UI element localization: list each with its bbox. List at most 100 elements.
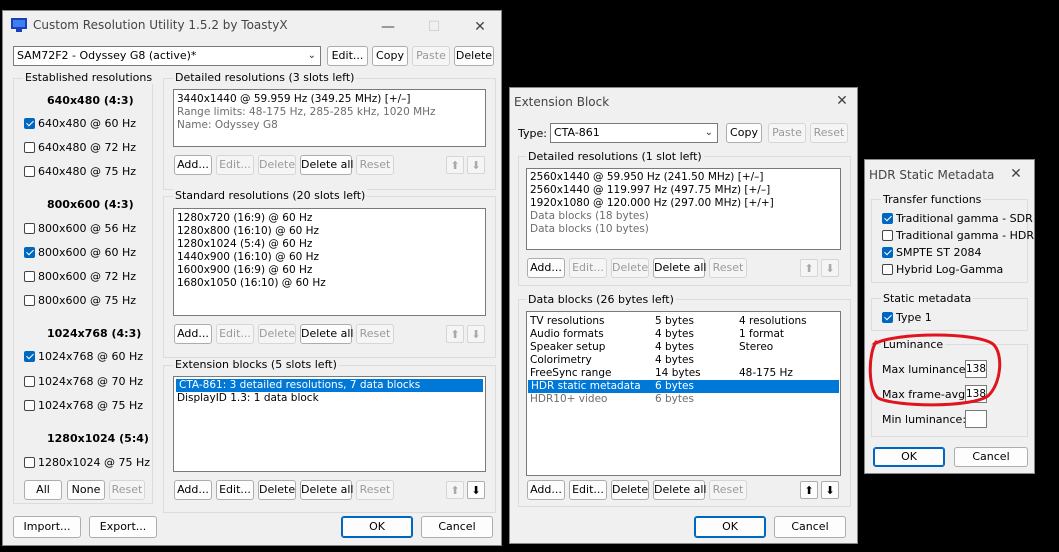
table-row[interactable]: Audio formats 4 bytes 1 format [527, 328, 840, 341]
list-item[interactable]: 3440x1440 @ 59.959 Hz (349.25 MHz) [+/–] [174, 93, 485, 106]
list-item[interactable]: 1680x1050 (16:10) @ 60 Hz [174, 277, 485, 290]
ok-button[interactable]: OK [694, 516, 766, 538]
delete-all-button[interactable]: Delete all [300, 155, 354, 175]
list-item[interactable]: 1440x900 (16:10) @ 60 Hz [174, 251, 485, 264]
checkbox-1280x1024-75[interactable]: 1280x1024 @ 75 Hz [24, 456, 150, 470]
edit-button[interactable]: Edit... [569, 480, 607, 500]
table-row[interactable]: HDR static metadata 6 bytes [528, 380, 839, 393]
table-row[interactable]: FreeSync range 14 bytes 48-175 Hz [527, 367, 840, 380]
checkbox-800x600-60[interactable]: 800x600 @ 60 Hz [24, 246, 136, 260]
list-item[interactable]: 1920x1080 @ 120.000 Hz (297.00 MHz) [+/+… [527, 197, 840, 210]
standard-list[interactable]: 1280x720 (16:9) @ 60 Hz 1280x800 (16:10)… [173, 208, 486, 316]
list-item[interactable]: 1280x800 (16:10) @ 60 Hz [174, 225, 485, 238]
checkbox-640x480-60[interactable]: 640x480 @ 60 Hz [24, 117, 136, 131]
none-button[interactable]: None [67, 480, 105, 500]
detailed-list[interactable]: 2560x1440 @ 59.950 Hz (241.50 MHz) [+/–]… [526, 168, 841, 250]
reset-button[interactable]: Reset [356, 324, 394, 344]
reset-button[interactable]: Reset [709, 258, 747, 278]
monitor-select[interactable]: SAM72F2 - Odyssey G8 (active)* ⌄ [13, 46, 321, 66]
list-item[interactable]: DisplayID 1.3: 1 data block [174, 392, 485, 405]
move-down-icon[interactable]: ⬇ [467, 156, 485, 174]
move-up-icon[interactable]: ⬆ [446, 481, 464, 499]
add-button[interactable]: Add... [174, 155, 212, 175]
reset-button[interactable]: Reset [810, 123, 848, 143]
checkbox-1024x768-75[interactable]: 1024x768 @ 75 Hz [24, 399, 143, 413]
delete-button[interactable]: Delete [611, 480, 649, 500]
add-button[interactable]: Add... [527, 258, 565, 278]
list-item[interactable]: 1600x900 (16:9) @ 60 Hz [174, 264, 485, 277]
checkbox-640x480-72[interactable]: 640x480 @ 72 Hz [24, 141, 136, 155]
checkbox-640x480-75[interactable]: 640x480 @ 75 Hz [24, 165, 136, 179]
edit-button[interactable]: Edit... [569, 258, 607, 278]
table-row[interactable]: HDR10+ video 6 bytes [527, 393, 840, 406]
delete-button[interactable]: Delete [258, 155, 296, 175]
move-up-icon[interactable]: ⬆ [446, 156, 464, 174]
checkbox-hlg[interactable]: Hybrid Log-Gamma [882, 263, 1003, 277]
add-button[interactable]: Add... [174, 480, 212, 500]
table-row[interactable]: Colorimetry 4 bytes [527, 354, 840, 367]
list-item[interactable]: 1280x1024 (5:4) @ 60 Hz [174, 238, 485, 251]
checkbox-gamma-sdr[interactable]: Traditional gamma - SDR [882, 212, 1033, 226]
delete-button[interactable]: Delete [258, 480, 296, 500]
export-button[interactable]: Export... [89, 516, 157, 538]
edit-monitor-button[interactable]: Edit... [327, 46, 368, 66]
list-item[interactable]: 2560x1440 @ 59.950 Hz (241.50 MHz) [+/–] [527, 171, 840, 184]
import-button[interactable]: Import... [13, 516, 81, 538]
delete-all-button[interactable]: Delete all [653, 258, 707, 278]
delete-all-button[interactable]: Delete all [300, 480, 354, 500]
move-down-icon[interactable]: ⬇ [821, 259, 839, 277]
delete-monitor-button[interactable]: Delete [454, 46, 494, 66]
checkbox-smpte-2084[interactable]: SMPTE ST 2084 [882, 246, 981, 260]
delete-button[interactable]: Delete [258, 324, 296, 344]
move-down-icon[interactable]: ⬇ [467, 325, 485, 343]
paste-button[interactable]: Paste [412, 46, 450, 66]
list-item[interactable]: 1280x720 (16:9) @ 60 Hz [174, 212, 485, 225]
cancel-button[interactable]: Cancel [954, 447, 1028, 467]
list-item[interactable]: Data blocks (18 bytes) [527, 210, 840, 223]
reset-button[interactable]: Reset [356, 155, 394, 175]
move-up-icon[interactable]: ⬆ [446, 325, 464, 343]
close-icon[interactable]: ✕ [827, 91, 857, 111]
close-icon[interactable]: ✕ [465, 17, 495, 37]
edit-button[interactable]: Edit... [216, 480, 254, 500]
edit-button[interactable]: Edit... [216, 155, 254, 175]
reset-button[interactable]: Reset [356, 480, 394, 500]
checkbox-1024x768-60[interactable]: 1024x768 @ 60 Hz [24, 350, 143, 364]
edit-button[interactable]: Edit... [216, 324, 254, 344]
all-button[interactable]: All [24, 480, 62, 500]
checkbox-800x600-72[interactable]: 800x600 @ 72 Hz [24, 270, 136, 284]
list-item[interactable]: 2560x1440 @ 119.997 Hz (497.75 MHz) [+/–… [527, 184, 840, 197]
list-item[interactable]: Data blocks (10 bytes) [527, 223, 840, 236]
detailed-list[interactable]: 3440x1440 @ 59.959 Hz (349.25 MHz) [+/–]… [173, 89, 486, 147]
delete-all-button[interactable]: Delete all [300, 324, 354, 344]
delete-all-button[interactable]: Delete all [653, 480, 707, 500]
min-luminance-field[interactable] [965, 410, 987, 428]
move-up-icon[interactable]: ⬆ [800, 259, 818, 277]
add-button[interactable]: Add... [174, 324, 212, 344]
maximize-icon[interactable]: ☐ [419, 17, 449, 37]
ok-button[interactable]: OK [873, 447, 945, 467]
delete-button[interactable]: Delete [611, 258, 649, 278]
paste-button[interactable]: Paste [768, 123, 806, 143]
checkbox-type1[interactable]: Type 1 [882, 311, 932, 325]
reset-button[interactable]: Reset [709, 480, 747, 500]
cancel-button[interactable]: Cancel [421, 516, 493, 538]
checkbox-gamma-hdr[interactable]: Traditional gamma - HDR [882, 229, 1034, 243]
reset-established-button[interactable]: Reset [109, 480, 145, 500]
minimize-icon[interactable]: — [373, 17, 403, 37]
list-item[interactable]: Name: Odyssey G8 [174, 119, 485, 132]
checkbox-800x600-56[interactable]: 800x600 @ 56 Hz [24, 222, 136, 236]
datablocks-list[interactable]: TV resolutions 5 bytes 4 resolutions Audio… [526, 311, 841, 476]
copy-button[interactable]: Copy [726, 123, 762, 143]
table-row[interactable]: Speaker setup 4 bytes Stereo [527, 341, 840, 354]
extension-list[interactable]: CTA-861: 3 detailed resolutions, 7 data … [173, 376, 486, 472]
add-button[interactable]: Add... [527, 480, 565, 500]
table-row[interactable]: TV resolutions 5 bytes 4 resolutions [527, 315, 840, 328]
close-icon[interactable]: ✕ [1005, 164, 1027, 184]
ok-button[interactable]: OK [341, 516, 413, 538]
checkbox-800x600-75[interactable]: 800x600 @ 75 Hz [24, 294, 136, 308]
move-down-icon[interactable]: ⬇ [467, 481, 485, 499]
copy-button[interactable]: Copy [372, 46, 408, 66]
move-up-icon[interactable]: ⬆ [800, 481, 818, 499]
cancel-button[interactable]: Cancel [774, 516, 846, 538]
